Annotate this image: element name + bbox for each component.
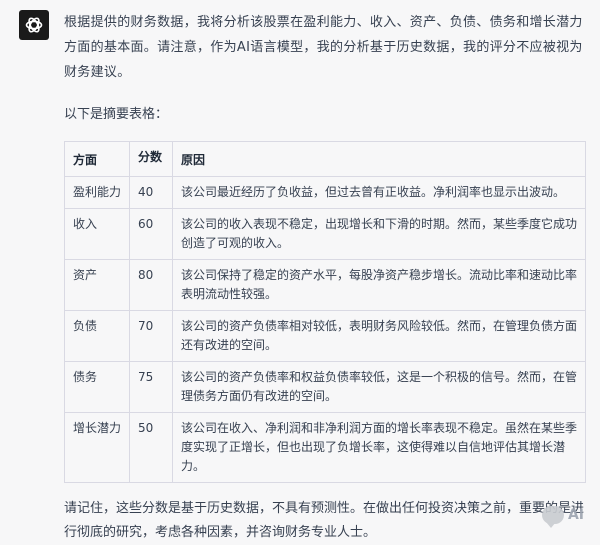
score-cell: 50 [129,412,173,483]
aspect-cell: 增长潜力 [64,412,130,483]
table-row: 资产 80 该公司保持了稳定的资产水平，每股净资产稳步增长。流动比率和速动比率表… [64,259,586,311]
reason-cell: 该公司最近经历了负收益，但过去曾有正收益。净利润率也显示出波动。 [172,176,586,209]
score-cell: 40 [129,176,173,209]
table-row: 负债 70 该公司的资产负债率相对较低，表明财务风险较低。然而，在管理负债方面还… [64,310,586,362]
assistant-avatar [19,10,49,40]
table-row: 增长潜力 50 该公司在收入、净利润和非净利润方面的增长率表现不稳定。虽然在某些… [64,412,586,483]
aspect-cell: 收入 [64,208,130,260]
watermark: AI [541,506,584,528]
aspect-cell: 盈利能力 [64,176,130,209]
score-cell: 70 [129,310,173,362]
column-header-score: 分数 [129,141,173,177]
openai-logo-icon [25,17,43,33]
reason-cell: 该公司保持了稳定的资产水平，每股净资产稳步增长。流动比率和速动比率表明流动性较强… [172,259,586,311]
column-header-reason: 原因 [172,141,586,177]
message-intro: 根据提供的财务数据，我将分析该股票在盈利能力、收入、资产、负债、债务和增长潜力方… [64,15,583,80]
message-footer: 请记住，这些分数是基于历史数据，不具有预测性。在做出任何投资决策之前，重要的是进… [64,501,585,540]
reason-cell: 该公司的资产负债率相对较低，表明财务风险较低。然而，在管理负债方面还有改进的空间… [172,310,586,362]
aspect-cell: 债务 [64,361,130,413]
watermark-text: AI [567,507,584,523]
aspect-cell: 负债 [64,310,130,362]
summary-table: 方面 分数 原因 盈利能力 40 该公司最近经历了负收益，但过去曾有正收益。净利… [64,141,586,483]
table-intro: 以下是摘要表格： [64,107,169,122]
score-cell: 60 [129,208,173,260]
aspect-cell: 资产 [64,259,130,311]
chat-bubble-icon [541,506,564,528]
table-header-row: 方面 分数 原因 [64,141,586,177]
table-row: 盈利能力 40 该公司最近经历了负收益，但过去曾有正收益。净利润率也显示出波动。 [64,176,586,209]
table-row: 债务 75 该公司的资产负债率和权益负债率较低，这是一个积极的信号。然而，在管理… [64,361,586,413]
score-cell: 75 [129,361,173,413]
reason-cell: 该公司在收入、净利润和非净利润方面的增长率表现不稳定。虽然在某些季度实现了正增长… [172,412,586,483]
reason-cell: 该公司的收入表现不稳定，出现增长和下滑的时期。然而，某些季度它成功创造了可观的收… [172,208,586,260]
score-cell: 80 [129,259,173,311]
table-row: 收入 60 该公司的收入表现不稳定，出现增长和下滑的时期。然而，某些季度它成功创… [64,208,586,260]
assistant-message: 根据提供的财务数据，我将分析该股票在盈利能力、收入、资产、负债、债务和增长潜力方… [64,10,594,545]
column-header-aspect: 方面 [64,141,130,177]
reason-cell: 该公司的资产负债率和权益负债率较低，这是一个积极的信号。然而，在管理债务方面仍有… [172,361,586,413]
